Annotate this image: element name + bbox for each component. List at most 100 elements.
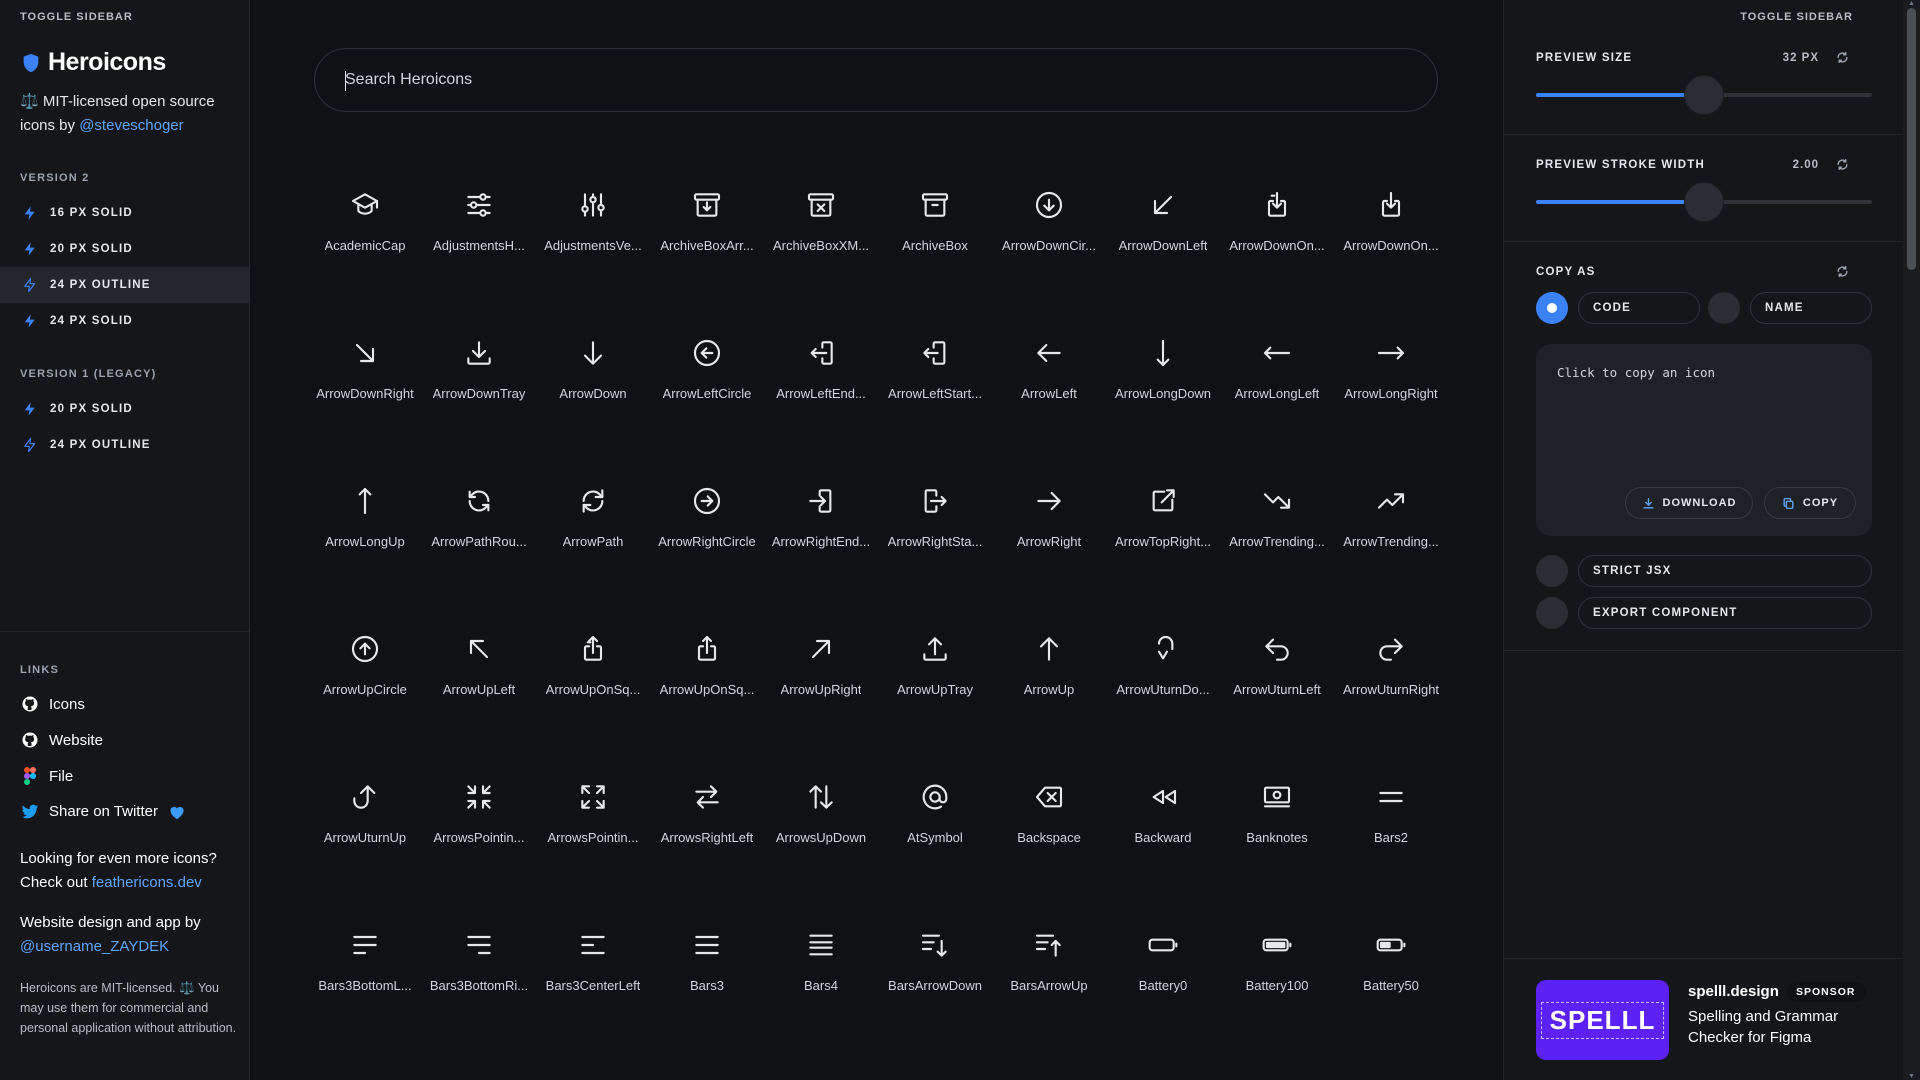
- icon-card[interactable]: Bars3: [650, 910, 764, 1058]
- icon-card[interactable]: ArrowLongRight: [1334, 318, 1448, 466]
- download-button[interactable]: DOWNLOAD: [1625, 487, 1753, 519]
- stroke-width-slider[interactable]: [1536, 182, 1872, 222]
- icon-card[interactable]: AcademicCap: [308, 170, 422, 318]
- icon-card[interactable]: Bars2: [1334, 762, 1448, 910]
- icon-card[interactable]: ArrowLongUp: [308, 466, 422, 614]
- icon-card[interactable]: ArrowLongLeft: [1220, 318, 1334, 466]
- preview-size-slider[interactable]: [1536, 75, 1872, 115]
- scroll-down-icon[interactable]: ▼: [1908, 1073, 1915, 1080]
- link-file[interactable]: File: [20, 767, 73, 785]
- icon-card[interactable]: ArrowTopRight...: [1106, 466, 1220, 614]
- search-bar[interactable]: [314, 48, 1438, 112]
- brand[interactable]: Heroicons: [20, 48, 166, 77]
- icon-card[interactable]: ArchiveBoxXM...: [764, 170, 878, 318]
- icon-card[interactable]: Battery100: [1220, 910, 1334, 1058]
- icon-card[interactable]: ArrowLeftEnd...: [764, 318, 878, 466]
- icon-card[interactable]: ArrowUpRight: [764, 614, 878, 762]
- icon-card[interactable]: ArrowDownOn...: [1334, 170, 1448, 318]
- icon-card[interactable]: ArrowsRightLeft: [650, 762, 764, 910]
- icon-card[interactable]: ArrowRightEnd...: [764, 466, 878, 614]
- icon-card[interactable]: AdjustmentsVe...: [536, 170, 650, 318]
- copy-button[interactable]: COPY: [1764, 487, 1856, 519]
- slider-thumb[interactable]: [1684, 75, 1724, 115]
- reset-icon[interactable]: [1836, 158, 1849, 171]
- icon-card[interactable]: ArrowUpOnSq...: [650, 614, 764, 762]
- icon-card[interactable]: Bars3BottomL...: [308, 910, 422, 1058]
- link-share-twitter[interactable]: Share on Twitter: [20, 803, 186, 820]
- icon-card[interactable]: ArrowUpTray: [878, 614, 992, 762]
- icon-card[interactable]: ArrowRightCircle: [650, 466, 764, 614]
- toggle-sidebar-left[interactable]: TOGGLE SIDEBAR: [20, 11, 133, 23]
- icon-card[interactable]: ArrowUturnDo...: [1106, 614, 1220, 762]
- icon-card[interactable]: ArrowUpLeft: [422, 614, 536, 762]
- icon-card[interactable]: ArrowLeft: [992, 318, 1106, 466]
- slider-thumb[interactable]: [1684, 182, 1724, 222]
- icon-card[interactable]: ArrowsPointin...: [422, 762, 536, 910]
- icon-card[interactable]: Bars3BottomRi...: [422, 910, 536, 1058]
- icon-card[interactable]: ArrowUpCircle: [308, 614, 422, 762]
- nav-v1-20-solid[interactable]: 20 PX SOLID: [0, 391, 250, 427]
- icon-card[interactable]: ArrowLongDown: [1106, 318, 1220, 466]
- icon-card[interactable]: BarsArrowDown: [878, 910, 992, 1058]
- icon-card[interactable]: ArrowUturnLeft: [1220, 614, 1334, 762]
- page-scrollbar[interactable]: ▲ ▼: [1903, 0, 1920, 1080]
- icon-card[interactable]: Battery50: [1334, 910, 1448, 1058]
- scroll-up-icon[interactable]: ▲: [1908, 0, 1915, 7]
- icon-card[interactable]: ArrowDown: [536, 318, 650, 466]
- icon-card[interactable]: ArrowUturnUp: [308, 762, 422, 910]
- nav-v2-16-solid[interactable]: 16 PX SOLID: [0, 195, 250, 231]
- icon-card[interactable]: ArchiveBox: [878, 170, 992, 318]
- nav-v1-24-outline[interactable]: 24 PX OUTLINE: [0, 427, 250, 463]
- designer-link[interactable]: @username_ZAYDEK: [20, 938, 169, 955]
- icon-card[interactable]: Backward: [1106, 762, 1220, 910]
- icon-card[interactable]: ArrowPath: [536, 466, 650, 614]
- sponsor-logo[interactable]: SPELLL: [1536, 980, 1669, 1060]
- feathericons-link[interactable]: feathericons.dev: [92, 874, 202, 891]
- icon-card[interactable]: ArrowTrending...: [1334, 466, 1448, 614]
- icon-card[interactable]: BarsArrowUp: [992, 910, 1106, 1058]
- scrollbar-thumb[interactable]: [1907, 8, 1916, 270]
- icon-card[interactable]: ArrowDownLeft: [1106, 170, 1220, 318]
- icon-card[interactable]: ArrowDownOn...: [1220, 170, 1334, 318]
- author-link[interactable]: @steveschoger: [79, 117, 183, 134]
- nav-v2-20-solid[interactable]: 20 PX SOLID: [0, 231, 250, 267]
- icon-card[interactable]: Bars4: [764, 910, 878, 1058]
- icon-card[interactable]: ArrowDownCir...: [992, 170, 1106, 318]
- link-icons[interactable]: Icons: [20, 695, 85, 713]
- strict-jsx-option[interactable]: STRICT JSX: [1578, 555, 1872, 587]
- copy-code-option[interactable]: CODE: [1578, 292, 1700, 324]
- icon-card[interactable]: ArrowUturnRight: [1334, 614, 1448, 762]
- icon-card[interactable]: ArrowUp: [992, 614, 1106, 762]
- nav-v2-24-solid[interactable]: 24 PX SOLID: [0, 303, 250, 339]
- icon-card[interactable]: ArrowRightSta...: [878, 466, 992, 614]
- toggle-sidebar-right[interactable]: TOGGLE SIDEBAR: [1740, 11, 1853, 23]
- search-input[interactable]: [315, 49, 1437, 111]
- icon-card[interactable]: ArrowsUpDown: [764, 762, 878, 910]
- link-website[interactable]: Website: [20, 731, 103, 749]
- export-component-toggle[interactable]: [1536, 597, 1568, 629]
- icon-card[interactable]: ArrowTrending...: [1220, 466, 1334, 614]
- icon-card[interactable]: AtSymbol: [878, 762, 992, 910]
- icon-card[interactable]: ArrowDownRight: [308, 318, 422, 466]
- reset-icon[interactable]: [1836, 265, 1849, 278]
- icon-card[interactable]: ArrowDownTray: [422, 318, 536, 466]
- reset-icon[interactable]: [1836, 51, 1849, 64]
- icon-card[interactable]: ArrowRight: [992, 466, 1106, 614]
- nav-v2-24-outline[interactable]: 24 PX OUTLINE: [0, 267, 250, 303]
- icon-card[interactable]: ArrowsPointin...: [536, 762, 650, 910]
- icon-card[interactable]: Backspace: [992, 762, 1106, 910]
- icon-card[interactable]: ArrowLeftStart...: [878, 318, 992, 466]
- export-component-option[interactable]: EXPORT COMPONENT: [1578, 597, 1872, 629]
- icon-card[interactable]: ArrowLeftCircle: [650, 318, 764, 466]
- icon-card[interactable]: ArchiveBoxArr...: [650, 170, 764, 318]
- copy-name-option[interactable]: NAME: [1750, 292, 1872, 324]
- strict-jsx-toggle[interactable]: [1536, 555, 1568, 587]
- copy-name-radio[interactable]: [1708, 292, 1740, 324]
- icon-card[interactable]: Battery0: [1106, 910, 1220, 1058]
- icon-card[interactable]: Banknotes: [1220, 762, 1334, 910]
- icon-card[interactable]: ArrowUpOnSq...: [536, 614, 650, 762]
- icon-card[interactable]: Bars3CenterLeft: [536, 910, 650, 1058]
- copy-code-radio[interactable]: [1536, 292, 1568, 324]
- sponsor-name[interactable]: spelll.design: [1688, 983, 1779, 1000]
- icon-card[interactable]: ArrowPathRou...: [422, 466, 536, 614]
